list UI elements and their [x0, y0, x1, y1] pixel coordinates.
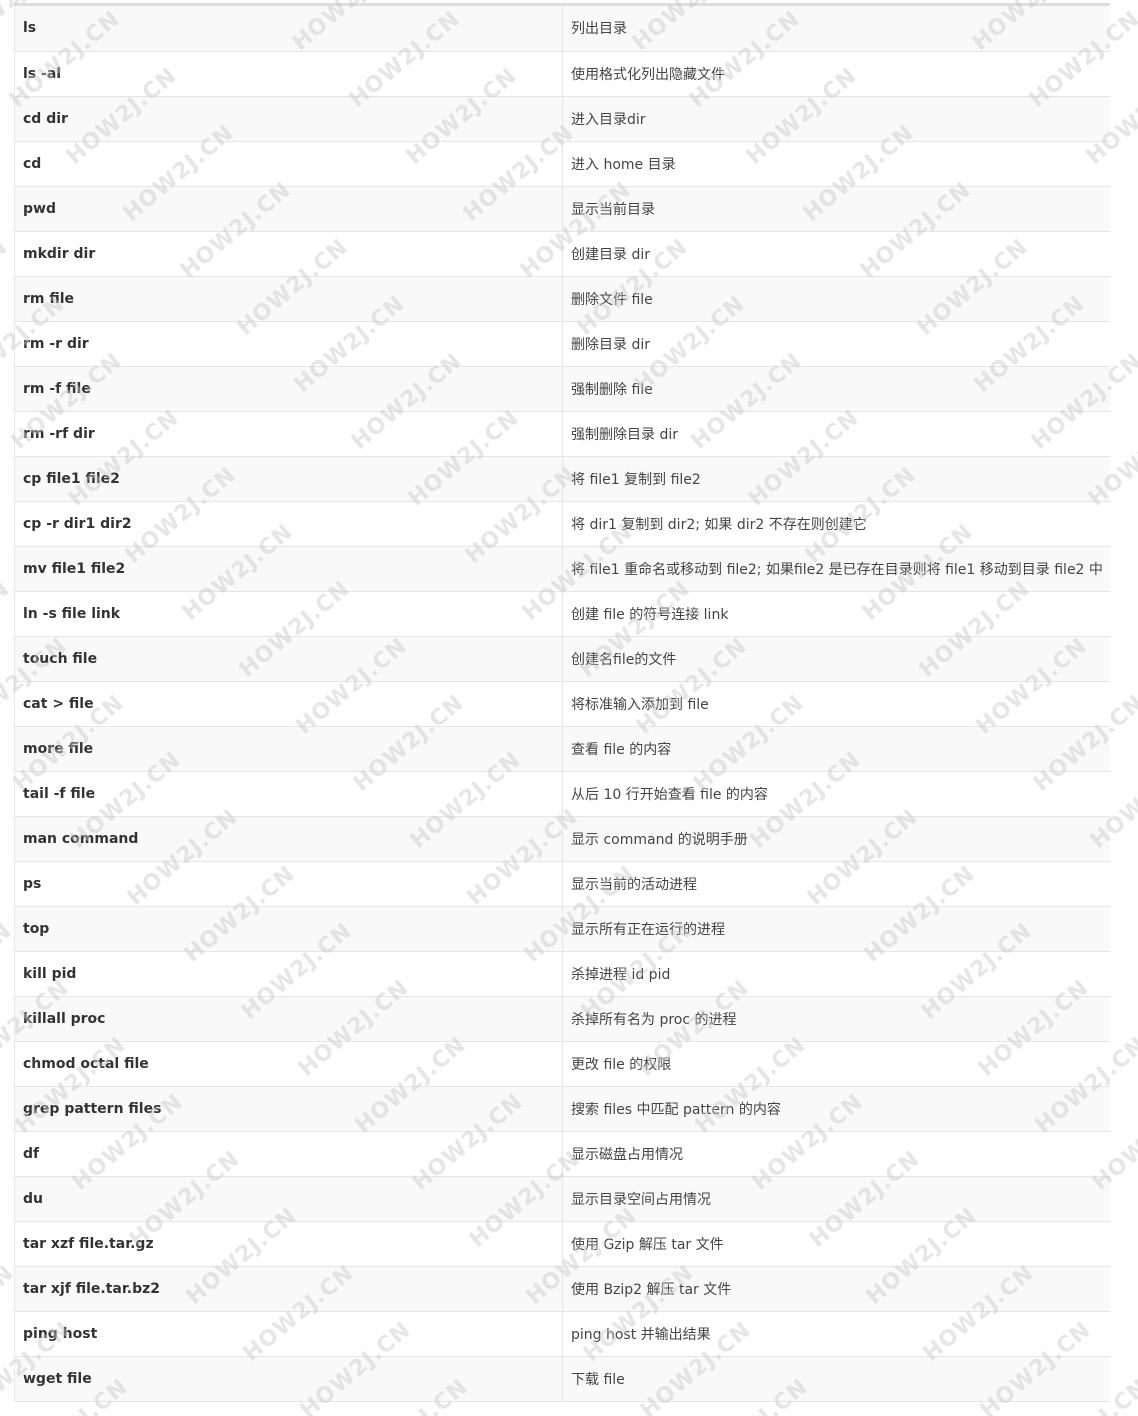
command-cell: ping host	[15, 1311, 563, 1357]
table-row: kill pid 杀掉进程 id pid	[15, 951, 1110, 997]
table-row: cp -r dir1 dir2 将 dir1 复制到 dir2; 如果 dir2 …	[15, 501, 1110, 547]
table-row: du 显示目录空间占用情况	[15, 1176, 1110, 1222]
description-cell: 显示 command 的说明手册	[562, 816, 1110, 862]
table-row: rm -f file 强制删除 file	[15, 366, 1110, 412]
table-row: wget file 下载 file	[15, 1356, 1110, 1402]
command-cell: more file	[15, 726, 563, 772]
table-row: mkdir dir 创建目录 dir	[15, 231, 1110, 277]
command-cell: cd	[15, 141, 563, 187]
table-row: rm -rf dir 强制删除目录 dir	[15, 411, 1110, 457]
description-cell: 显示当前的活动进程	[562, 861, 1110, 907]
command-cell: rm -f file	[15, 366, 563, 412]
watermark-text: HOW2J.CN	[0, 576, 15, 683]
description-cell: ping host 并输出结果	[562, 1311, 1110, 1357]
table-row: killall proc 杀掉所有名为 proc 的进程	[15, 996, 1110, 1042]
description-cell: 创建名file的文件	[562, 636, 1110, 682]
table-row: rm -r dir 删除目录 dir	[15, 321, 1110, 367]
command-cell: tar xjf file.tar.bz2	[15, 1266, 563, 1312]
table-row: ls 列出目录	[15, 6, 1110, 52]
command-table-body: ls 列出目录 ls -al 使用格式化列出隐藏文件 cd dir 进入目录dir cd 进入…	[15, 6, 1110, 1402]
watermark-text: HOW2J.CN	[0, 234, 13, 341]
description-cell: 进入目录dir	[562, 96, 1110, 142]
description-cell: 强制删除目录 dir	[562, 411, 1110, 457]
command-cell: pwd	[15, 186, 563, 232]
description-cell: 从后 10 行开始查看 file 的内容	[562, 771, 1110, 817]
command-cell: killall proc	[15, 996, 563, 1042]
description-cell: 将标准输入添加到 file	[562, 681, 1110, 727]
command-cell: rm file	[15, 276, 563, 322]
description-cell: 显示所有正在运行的进程	[562, 906, 1110, 952]
table-row: cat > file 将标准输入添加到 file	[15, 681, 1110, 727]
command-cell: mv file1 file2	[15, 546, 563, 592]
description-cell: 创建目录 dir	[562, 231, 1110, 277]
table-row: ping host ping host 并输出结果	[15, 1311, 1110, 1357]
table-row: ps 显示当前的活动进程	[15, 861, 1110, 907]
command-cell: mkdir dir	[15, 231, 563, 277]
description-cell: 删除目录 dir	[562, 321, 1110, 367]
description-cell: 下载 file	[562, 1356, 1110, 1402]
command-cell: rm -r dir	[15, 321, 563, 367]
table-row: cp file1 file2 将 file1 复制到 file2	[15, 456, 1110, 502]
description-cell: 将 file1 复制到 file2	[562, 456, 1110, 502]
command-cell: wget file	[15, 1356, 563, 1402]
command-cell: cp file1 file2	[15, 456, 563, 502]
command-cell: ln -s file link	[15, 591, 563, 637]
command-cell: chmod octal file	[15, 1041, 563, 1087]
table-row: pwd 显示当前目录	[15, 186, 1110, 232]
description-cell: 将 dir1 复制到 dir2; 如果 dir2 不存在则创建它	[562, 501, 1110, 547]
command-cell: ls -al	[15, 51, 563, 97]
table-row: tail -f file 从后 10 行开始查看 file 的内容	[15, 771, 1110, 817]
table-row: chmod octal file 更改 file 的权限	[15, 1041, 1110, 1087]
command-cell: ls	[15, 6, 563, 52]
description-cell: 显示当前目录	[562, 186, 1110, 232]
command-cell: man command	[15, 816, 563, 862]
command-cell: du	[15, 1176, 563, 1222]
description-cell: 显示目录空间占用情况	[562, 1176, 1110, 1222]
table-row: grep pattern files 搜索 files 中匹配 pattern 的…	[15, 1086, 1110, 1132]
table-row: mv file1 file2 将 file1 重命名或移动到 file2; 如果f…	[15, 546, 1110, 592]
table-row: ls -al 使用格式化列出隐藏文件	[15, 51, 1110, 97]
table-row: tar xzf file.tar.gz 使用 Gzip 解压 tar 文件	[15, 1221, 1110, 1267]
description-cell: 进入 home 目录	[562, 141, 1110, 187]
command-cell: grep pattern files	[15, 1086, 563, 1132]
description-cell: 列出目录	[562, 6, 1110, 52]
description-cell: 杀掉进程 id pid	[562, 951, 1110, 997]
description-cell: 显示磁盘占用情况	[562, 1131, 1110, 1177]
description-cell: 搜索 files 中匹配 pattern 的内容	[562, 1086, 1110, 1132]
table-row: cd 进入 home 目录	[15, 141, 1110, 187]
description-cell: 杀掉所有名为 proc 的进程	[562, 996, 1110, 1042]
table-row: more file 查看 file 的内容	[15, 726, 1110, 772]
table-row: rm file 删除文件 file	[15, 276, 1110, 322]
command-cell: touch file	[15, 636, 563, 682]
table-row: cd dir 进入目录dir	[15, 96, 1110, 142]
command-cell: top	[15, 906, 563, 952]
command-cell: tar xzf file.tar.gz	[15, 1221, 563, 1267]
command-cell: kill pid	[15, 951, 563, 997]
description-cell: 使用格式化列出隐藏文件	[562, 51, 1110, 97]
description-cell: 更改 file 的权限	[562, 1041, 1110, 1087]
command-cell: tail -f file	[15, 771, 563, 817]
description-cell: 使用 Gzip 解压 tar 文件	[562, 1221, 1110, 1267]
table-row: ln -s file link 创建 file 的符号连接 link	[15, 591, 1110, 637]
description-cell: 查看 file 的内容	[562, 726, 1110, 772]
table-row: man command 显示 command 的说明手册	[15, 816, 1110, 862]
command-cell: cat > file	[15, 681, 563, 727]
description-cell: 使用 Bzip2 解压 tar 文件	[562, 1266, 1110, 1312]
command-cell: df	[15, 1131, 563, 1177]
table-row: touch file 创建名file的文件	[15, 636, 1110, 682]
command-cell: cd dir	[15, 96, 563, 142]
command-cell: cp -r dir1 dir2	[15, 501, 563, 547]
command-table-container: ls 列出目录 ls -al 使用格式化列出隐藏文件 cd dir 进入目录dir cd 进入…	[14, 3, 1110, 1402]
description-cell: 删除文件 file	[562, 276, 1110, 322]
command-cell: ps	[15, 861, 563, 907]
description-cell: 强制删除 file	[562, 366, 1110, 412]
description-cell: 将 file1 重命名或移动到 file2; 如果file2 是已存在目录则将 …	[562, 546, 1110, 592]
table-row: top 显示所有正在运行的进程	[15, 906, 1110, 952]
description-cell: 创建 file 的符号连接 link	[562, 591, 1110, 637]
command-cell: rm -rf dir	[15, 411, 563, 457]
table-row: tar xjf file.tar.bz2 使用 Bzip2 解压 tar 文件	[15, 1266, 1110, 1312]
table-row: df 显示磁盘占用情况	[15, 1131, 1110, 1177]
command-table: ls 列出目录 ls -al 使用格式化列出隐藏文件 cd dir 进入目录dir cd 进入…	[15, 6, 1110, 1402]
